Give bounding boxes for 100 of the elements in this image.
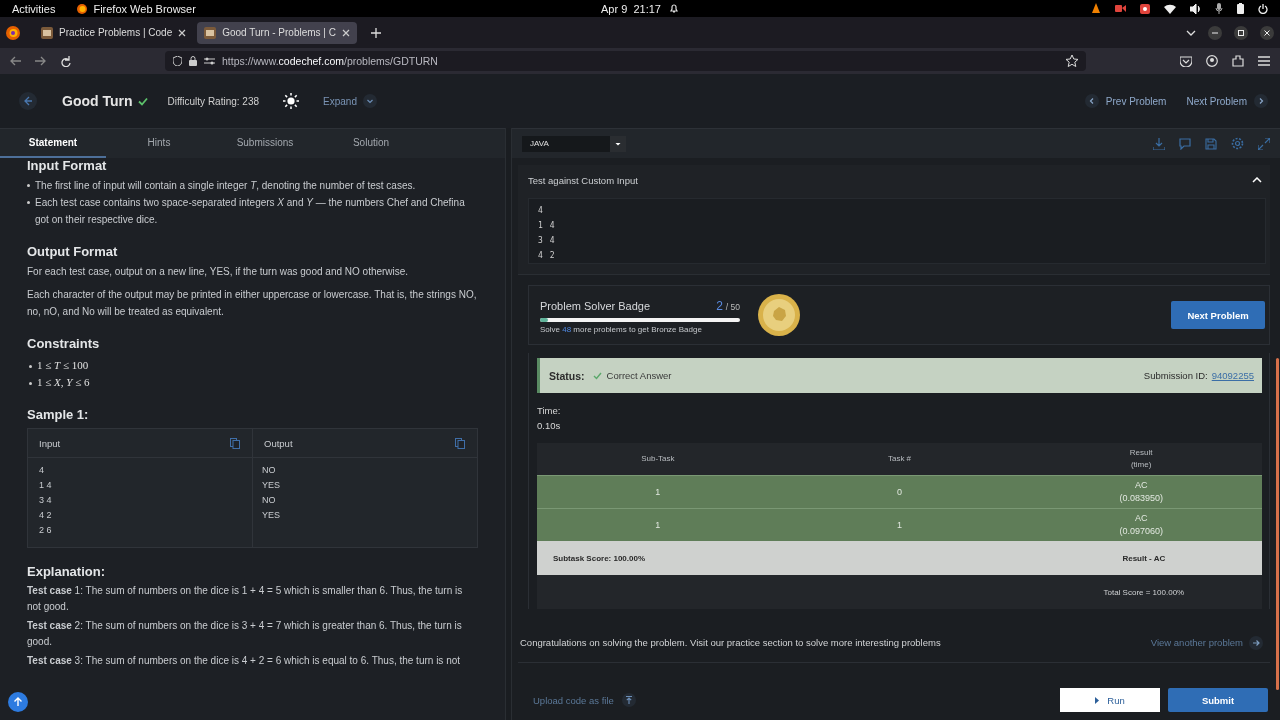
statement-tab[interactable]: Solution bbox=[318, 129, 424, 158]
alarm-icon bbox=[668, 3, 679, 14]
language-select[interactable]: JAVA bbox=[522, 135, 626, 152]
statement-tab[interactable]: Submissions bbox=[212, 129, 318, 158]
badge-hint: Solve 48 more problems to get Bronze Badge bbox=[540, 325, 703, 334]
total-score: Total Score = 100.00% bbox=[1102, 586, 1186, 599]
column-header: Task # bbox=[886, 453, 913, 465]
sample-line: NO bbox=[262, 494, 277, 507]
bullet-icon bbox=[29, 365, 32, 368]
settings-icon[interactable] bbox=[1231, 137, 1244, 150]
new-tab-icon[interactable] bbox=[370, 27, 381, 38]
paragraph: Test case 1: The sum of numbers on the dice is 1 + 4 = 5 which is smaller than 6. Thus, the turn is not good. bbox=[27, 584, 464, 614]
upload-icon bbox=[621, 693, 636, 707]
shield-icon bbox=[173, 56, 182, 66]
table-cell-text: AC (0.097060) bbox=[1118, 512, 1164, 538]
arrow-right-icon bbox=[1249, 635, 1263, 650]
table-cell-text: 0 bbox=[896, 485, 903, 499]
paragraph: Each character of the output may be printed in either uppercase or lowercase. That is, the strings NO, no, nO, and No will be treated as equivalent. bbox=[27, 288, 478, 319]
badge-title: Problem Solver Badge bbox=[540, 300, 651, 312]
time-value: 0.10s bbox=[537, 420, 562, 431]
view-another-link[interactable]: View another problem bbox=[1150, 635, 1263, 650]
upload-link[interactable]: Upload code as file bbox=[533, 693, 636, 707]
sample-line: 3 4 bbox=[39, 494, 53, 507]
bullet-text: Each test case contains two space-separated integers X and Y — the numbers Chef and Chefina got on their respective dice. bbox=[35, 196, 466, 227]
download-icon[interactable] bbox=[1153, 137, 1165, 150]
wifi-icon[interactable] bbox=[1164, 3, 1176, 14]
close-icon[interactable] bbox=[178, 28, 187, 37]
medal-icon bbox=[757, 293, 801, 337]
sample-line: NO bbox=[262, 464, 277, 477]
camera-icon[interactable] bbox=[1115, 4, 1126, 13]
prev-problem-button[interactable]: Prev Problem bbox=[1084, 94, 1167, 108]
fullscreen-icon[interactable] bbox=[1258, 137, 1270, 150]
paragraph: Test case 2: The sum of numbers on the dice is 3 + 4 = 7 which is greater than 6. Thus, the turn is good. bbox=[27, 619, 463, 649]
paragraph: For each test case, output on a new line, YES, if the turn was good and NO otherwise. bbox=[27, 265, 410, 279]
pocket-icon[interactable] bbox=[1180, 55, 1192, 67]
badge-count: 2 bbox=[716, 299, 723, 313]
url-field[interactable]: https://www.codechef.com/problems/GDTURN bbox=[165, 51, 1086, 71]
custom-input-field[interactable]: 4 1 4 3 4 4 2 bbox=[528, 198, 1266, 264]
firefox-icon[interactable] bbox=[6, 25, 20, 40]
cone-icon[interactable] bbox=[1091, 3, 1101, 14]
close-icon[interactable] bbox=[341, 28, 350, 37]
table-cell-text: 1 bbox=[896, 518, 903, 532]
tab-list-icon[interactable] bbox=[1186, 29, 1196, 36]
close-icon[interactable] bbox=[1260, 25, 1274, 40]
copy-icon[interactable] bbox=[455, 437, 465, 449]
back-icon[interactable] bbox=[10, 56, 21, 66]
expand-button[interactable]: Expand bbox=[323, 94, 377, 108]
microphone-icon[interactable] bbox=[1215, 3, 1223, 14]
submission-link[interactable]: 94092255 bbox=[1211, 370, 1254, 381]
volume-icon[interactable] bbox=[1190, 3, 1201, 14]
status-label: Status: bbox=[549, 369, 585, 382]
constraint-formula: 1 ≤ X, Y ≤ 6 bbox=[37, 375, 90, 390]
clock[interactable]: Apr 9 21:17 bbox=[601, 2, 661, 15]
statement-tab[interactable]: Statement bbox=[0, 129, 106, 158]
run-button[interactable]: Run bbox=[1060, 688, 1160, 712]
check-icon bbox=[137, 96, 148, 106]
sample-line: 4 2 bbox=[39, 509, 53, 522]
constraint-formula: 1 ≤ T ≤ 100 bbox=[37, 358, 89, 373]
lock-icon bbox=[189, 56, 197, 66]
play-icon bbox=[1095, 696, 1100, 704]
copy-icon[interactable] bbox=[230, 437, 240, 449]
paragraph: Test case 3: The sum of numbers on the dice is 4 + 2 = 6 which is equal to 6. Thus, the turn is not bbox=[27, 654, 462, 668]
maximize-icon[interactable] bbox=[1234, 25, 1248, 40]
next-problem-button[interactable]: Next Problem bbox=[1171, 301, 1265, 329]
dropdown-icon bbox=[610, 135, 626, 152]
minimize-icon[interactable] bbox=[1208, 25, 1222, 40]
favicon-icon bbox=[41, 26, 53, 39]
account-icon[interactable] bbox=[1206, 55, 1218, 67]
section-heading: Input Format bbox=[27, 158, 108, 173]
column-header: Output bbox=[264, 437, 293, 449]
section-heading: Constraints bbox=[27, 336, 101, 351]
reload-icon[interactable] bbox=[60, 55, 71, 67]
section-heading: Explanation: bbox=[27, 564, 106, 579]
comment-icon[interactable] bbox=[1179, 137, 1191, 150]
subtask-score: Subtask Score: 100.00% bbox=[552, 552, 647, 565]
menu-icon[interactable] bbox=[1258, 56, 1270, 66]
sun-icon[interactable] bbox=[283, 93, 300, 109]
record-icon[interactable] bbox=[1140, 3, 1150, 14]
table-cell-text: 1 bbox=[654, 518, 662, 532]
browser-tab[interactable]: Practice Problems | Code bbox=[34, 21, 194, 44]
section-heading: Output Format bbox=[27, 244, 119, 259]
scroll-top-icon[interactable] bbox=[8, 692, 28, 712]
column-header: Input bbox=[39, 437, 61, 449]
column-header: Result (time) bbox=[1128, 447, 1154, 471]
table-cell-text: AC (0.083950) bbox=[1118, 479, 1164, 505]
bookmark-star-icon[interactable] bbox=[1066, 55, 1078, 67]
statement-tab[interactable]: Hints bbox=[106, 129, 212, 158]
forward-icon[interactable] bbox=[35, 56, 46, 66]
battery-icon[interactable] bbox=[1237, 3, 1244, 14]
browser-tab[interactable]: Good Turn - Problems | C bbox=[197, 21, 357, 44]
chevron-down-icon bbox=[362, 94, 377, 108]
chevron-up-icon[interactable] bbox=[1252, 177, 1262, 183]
app-name[interactable]: Firefox Web Browser bbox=[93, 2, 196, 15]
activities-button[interactable]: Activities bbox=[12, 2, 56, 15]
next-problem-button[interactable]: Next Problem bbox=[1186, 94, 1268, 108]
panel-title: Test against Custom Input bbox=[528, 174, 638, 186]
power-icon[interactable] bbox=[1258, 3, 1268, 14]
submit-button[interactable]: Submit bbox=[1168, 688, 1268, 712]
time-label: Time: bbox=[537, 405, 562, 416]
extensions-icon[interactable] bbox=[1232, 55, 1244, 67]
